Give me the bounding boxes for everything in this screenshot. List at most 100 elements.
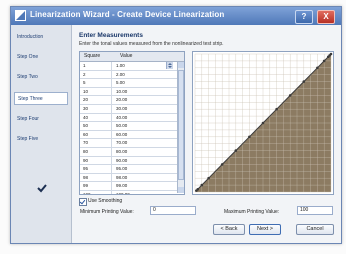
help-button[interactable]: ? [295,10,313,24]
square-cell: 100 [83,190,112,194]
table-row[interactable]: 2 2.00 [80,70,177,80]
app-icon [15,10,26,21]
step-two[interactable]: Step Two [14,71,68,84]
chart-point [261,121,265,125]
chart-point [220,163,224,166]
square-cell: 10 [83,87,112,96]
square-cell: 50 [83,122,112,130]
screenshot-frame: Linearization Wizard - Create Device Lin… [0,0,346,254]
chart-point [322,59,326,63]
table-header: Square Value [80,52,184,62]
chart-point [196,187,200,191]
use-smoothing-label: Use Smoothing [88,198,123,204]
chart-point [288,94,292,97]
help-icon: ? [301,12,307,21]
scroll-thumb[interactable] [178,70,184,180]
table-row[interactable]: 1 1.00 [80,62,177,71]
table-row[interactable]: 99 99.00 [80,182,177,191]
table-scrollbar[interactable] [177,62,184,193]
use-smoothing-option[interactable]: Use Smoothing [79,198,139,206]
value-cell[interactable]: 90.00 [116,157,156,165]
value-cell[interactable]: 30.00 [116,105,156,113]
linearization-chart [192,51,334,195]
square-cell: 95 [83,165,112,173]
value-cell[interactable]: 10.00 [116,88,156,96]
chart-point [275,107,278,111]
chart-point [207,176,210,180]
square-cell: 1 [83,62,112,70]
table-row[interactable]: 10 10.00 [80,87,177,97]
step-five[interactable]: Step Five [14,133,68,146]
value-cell[interactable]: 50.00 [116,122,156,130]
value-cell[interactable]: 80.00 [116,148,156,156]
table-body: 1 1.00 2 2.00 5 5.00 10 10.00 20 20.00 30 30.00 40 40… [80,62,177,194]
use-smoothing-checkbox[interactable] [79,198,87,206]
table-row[interactable]: 70 70.00 [80,139,177,148]
table-row[interactable]: 98 98.00 [80,173,177,183]
value-cell[interactable]: 60.00 [116,131,156,139]
back-button[interactable]: < Back [213,224,245,235]
square-cell: 60 [83,130,112,139]
square-cell: 90 [83,156,112,165]
page-heading: Enter Measurements [79,32,143,39]
step-three[interactable]: Step Three [14,92,68,105]
table-row[interactable]: 40 40.00 [80,113,177,123]
value-cell[interactable]: 70.00 [116,139,156,147]
square-cell: 70 [83,139,112,147]
instructions-text: Enter the tonal values measured from the… [79,41,224,47]
min-printing-value-label: Minimum Printing Value: [80,209,134,215]
chart-point [329,52,333,56]
value-cell[interactable]: 20.00 [116,96,156,104]
wizard-steps-sidebar: Introduction Step One Step Two Step Thre… [11,25,72,243]
square-cell: 40 [83,113,112,122]
measurements-table: Square Value 1 1.00 2 2.00 5 5.00 10 10.00 20 20.… [79,51,185,195]
square-cell: 99 [83,182,112,190]
step-introduction[interactable]: Introduction [14,31,68,44]
main-content: Enter Measurements Enter the tonal value… [72,25,341,243]
min-printing-value-input[interactable]: 0 [150,206,196,215]
chart-point [248,135,251,139]
table-row[interactable]: 100 100.00 [80,190,177,194]
table-row[interactable]: 20 20.00 [80,96,177,105]
value-cell[interactable]: 98.00 [116,174,156,182]
value-cell[interactable]: 95.00 [116,165,156,173]
chart-point [302,80,306,83]
table-row[interactable]: 5 5.00 [80,79,177,88]
table-row[interactable]: 80 80.00 [80,147,177,157]
value-cell[interactable]: 99.00 [116,182,156,190]
checkmark-icon [37,184,47,193]
value-cell[interactable]: 40.00 [116,114,156,122]
value-cell[interactable]: 2.00 [116,71,156,79]
cancel-button[interactable]: Cancel [296,224,334,235]
close-button[interactable]: X [317,10,335,24]
scroll-up-button[interactable] [178,62,184,68]
table-row[interactable]: 95 95.00 [80,165,177,174]
square-cell: 98 [83,173,112,182]
square-cell: 80 [83,147,112,156]
linearization-chart-svg [194,52,333,193]
scroll-down-button[interactable] [178,187,184,193]
table-row[interactable]: 50 50.00 [80,122,177,131]
step-one[interactable]: Step One [14,51,68,64]
close-icon: X [323,12,329,21]
step-four[interactable]: Step Four [14,113,68,126]
window-title: Linearization Wizard - Create Device Lin… [30,10,225,19]
max-printing-value-input[interactable]: 100 [297,206,333,215]
square-cell: 5 [83,79,112,87]
table-row[interactable]: 60 60.00 [80,130,177,140]
max-printing-value-label: Maximum Printing Value: [224,209,280,215]
chart-point [316,66,319,70]
value-cell[interactable]: 5.00 [116,79,156,87]
square-cell: 2 [83,70,112,79]
table-row[interactable]: 30 30.00 [80,104,177,114]
wizard-window: Linearization Wizard - Create Device Lin… [10,6,342,244]
next-button[interactable]: Next > [249,224,281,235]
chart-point [234,149,238,152]
value-spinner[interactable] [166,62,173,69]
value-cell[interactable]: 1.00 [116,62,156,70]
square-cell: 20 [83,96,112,104]
value-cell[interactable]: 100.00 [116,191,156,194]
title-bar[interactable]: Linearization Wizard - Create Device Lin… [11,7,341,25]
table-row[interactable]: 90 90.00 [80,156,177,166]
square-cell: 30 [83,104,112,113]
